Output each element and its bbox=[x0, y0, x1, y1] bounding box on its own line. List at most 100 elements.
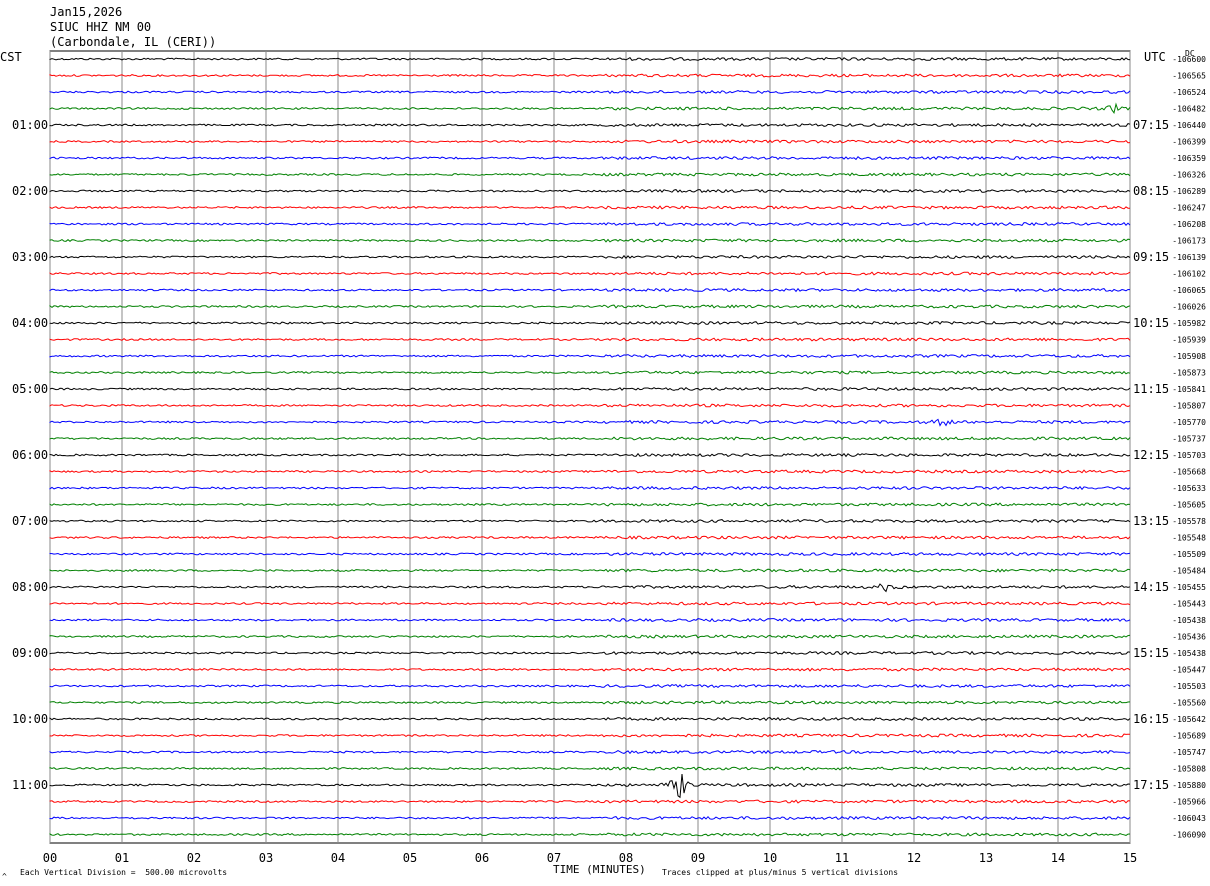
trace-line bbox=[49, 155, 1131, 161]
dc-offset-label: -105633 bbox=[1172, 484, 1206, 493]
helicorder-plot: Jan15,2026 SIUC HHZ NM 00 (Carbondale, I… bbox=[0, 5, 1206, 881]
trace-line bbox=[49, 403, 1131, 408]
x-tick-label: 13 bbox=[979, 851, 993, 865]
dc-offset-label: -105605 bbox=[1172, 501, 1206, 510]
clip-note: Traces clipped at plus/minus 5 vertical … bbox=[662, 868, 898, 877]
dc-offset-label: -106090 bbox=[1172, 831, 1206, 840]
utc-time-label: 14:15 bbox=[1133, 580, 1169, 594]
dc-offset-label: -105841 bbox=[1172, 385, 1206, 394]
trace-line bbox=[49, 56, 1131, 62]
cst-time-label: 11:00 bbox=[12, 778, 48, 792]
dc-offset-label: -105770 bbox=[1172, 418, 1206, 427]
trace-line bbox=[49, 568, 1131, 573]
dc-offset-label: -106102 bbox=[1172, 270, 1206, 279]
trace-line bbox=[49, 304, 1131, 309]
utc-time-label: 10:15 bbox=[1133, 316, 1169, 330]
dc-offset-label: -106399 bbox=[1172, 138, 1206, 147]
utc-axis-label: UTC bbox=[1144, 50, 1166, 64]
x-tick-label: 02 bbox=[187, 851, 201, 865]
trace-line bbox=[49, 222, 1131, 227]
utc-time-label: 13:15 bbox=[1133, 514, 1169, 528]
trace-line bbox=[49, 418, 1131, 427]
cst-time-label: 08:00 bbox=[12, 580, 48, 594]
dc-offset-label: -105703 bbox=[1172, 451, 1206, 460]
trace-line bbox=[49, 683, 1131, 689]
trace-line bbox=[49, 469, 1131, 474]
trace-line bbox=[49, 436, 1131, 441]
header-station: SIUC HHZ NM 00 bbox=[50, 20, 151, 34]
trace-line bbox=[49, 370, 1131, 375]
dc-offset-label: -106359 bbox=[1172, 154, 1206, 163]
trace-rows bbox=[49, 56, 1131, 837]
cst-time-label: 03:00 bbox=[12, 250, 48, 264]
dc-offset-label: -106326 bbox=[1172, 171, 1206, 180]
dc-offset-label: -106247 bbox=[1172, 204, 1206, 213]
cst-time-label: 02:00 bbox=[12, 184, 48, 198]
dc-offset-label: -105443 bbox=[1172, 600, 1206, 609]
dc-offset-label: -105548 bbox=[1172, 534, 1206, 543]
x-tick-label: 00 bbox=[43, 851, 57, 865]
cst-time-label: 07:00 bbox=[12, 514, 48, 528]
trace-line bbox=[49, 254, 1131, 260]
x-tick-label: 15 bbox=[1123, 851, 1137, 865]
dc-offset-label: -105436 bbox=[1172, 633, 1206, 642]
cst-time-label: 10:00 bbox=[12, 712, 48, 726]
dc-offset-label: -106043 bbox=[1172, 814, 1206, 823]
dc-offset-label: -105438 bbox=[1172, 616, 1206, 625]
trace-line bbox=[49, 73, 1131, 78]
dc-offset-label: -105873 bbox=[1172, 369, 1206, 378]
dc-offset-label: -105642 bbox=[1172, 715, 1206, 724]
dc-offset-label: -106208 bbox=[1172, 220, 1206, 229]
dc-offset-label: -105484 bbox=[1172, 567, 1206, 576]
trace-line bbox=[49, 733, 1130, 738]
trace-line bbox=[49, 832, 1131, 837]
cst-time-label: 06:00 bbox=[12, 448, 48, 462]
dc-offset-label: -105455 bbox=[1172, 583, 1206, 592]
header-date: Jan15,2026 bbox=[50, 5, 122, 19]
x-axis-title: TIME (MINUTES) bbox=[553, 863, 646, 876]
x-tick-label: 10 bbox=[763, 851, 777, 865]
trace-line bbox=[49, 799, 1131, 804]
trace-line bbox=[49, 551, 1131, 557]
trace-line bbox=[49, 287, 1131, 293]
cst-axis-label: CST bbox=[0, 50, 22, 64]
dc-offset-label: -105880 bbox=[1172, 781, 1206, 790]
cst-time-label: 01:00 bbox=[12, 118, 48, 132]
dc-offset-label: -106289 bbox=[1172, 187, 1206, 196]
trace-line bbox=[49, 583, 1131, 593]
x-tick-label: 03 bbox=[259, 851, 273, 865]
dc-offset-label: -105747 bbox=[1172, 748, 1206, 757]
utc-time-labels: 07:15 08:15 09:15 10:15 11:15 12:15 13:15 14:15… bbox=[1133, 118, 1169, 792]
utc-time-label: 17:15 bbox=[1133, 778, 1169, 792]
utc-time-label: 11:15 bbox=[1133, 382, 1169, 396]
dc-offset-label: -106482 bbox=[1172, 105, 1206, 114]
trace-line bbox=[49, 815, 1131, 821]
dc-offset-label: -106565 bbox=[1172, 72, 1206, 81]
dc-offset-label: -105447 bbox=[1172, 666, 1206, 675]
x-tick-label: 12 bbox=[907, 851, 921, 865]
dc-offset-label: -105807 bbox=[1172, 402, 1206, 411]
dc-offset-label: -105982 bbox=[1172, 319, 1206, 328]
utc-time-label: 08:15 bbox=[1133, 184, 1169, 198]
trace-line bbox=[49, 386, 1131, 392]
dc-offset-label: -106440 bbox=[1172, 121, 1206, 130]
trace-line bbox=[49, 320, 1131, 326]
dc-offset-label: -105578 bbox=[1172, 517, 1206, 526]
dc-offset-label: -106026 bbox=[1172, 303, 1206, 312]
trace-line bbox=[49, 238, 1131, 243]
trace-line bbox=[49, 518, 1131, 524]
scale-note: Each Vertical Division = 500.00 microvol… bbox=[20, 868, 227, 877]
trace-line bbox=[49, 617, 1131, 623]
trace-line bbox=[49, 271, 1131, 276]
minute-gridlines bbox=[49, 51, 1131, 843]
dc-offset-label: -105668 bbox=[1172, 468, 1206, 477]
trace-line bbox=[49, 766, 1131, 771]
dc-offset-label: -105908 bbox=[1172, 352, 1206, 361]
trace-line bbox=[49, 502, 1131, 507]
x-tick-label: 04 bbox=[331, 851, 345, 865]
trace-line bbox=[49, 700, 1131, 705]
trace-line bbox=[49, 172, 1131, 177]
dc-offset-label: -106173 bbox=[1172, 237, 1206, 246]
dc-offset-label: -105939 bbox=[1172, 336, 1206, 345]
dc-offset-labels: -106600 -106565 -106524 -106482 -106440 -1063… bbox=[1172, 55, 1206, 840]
